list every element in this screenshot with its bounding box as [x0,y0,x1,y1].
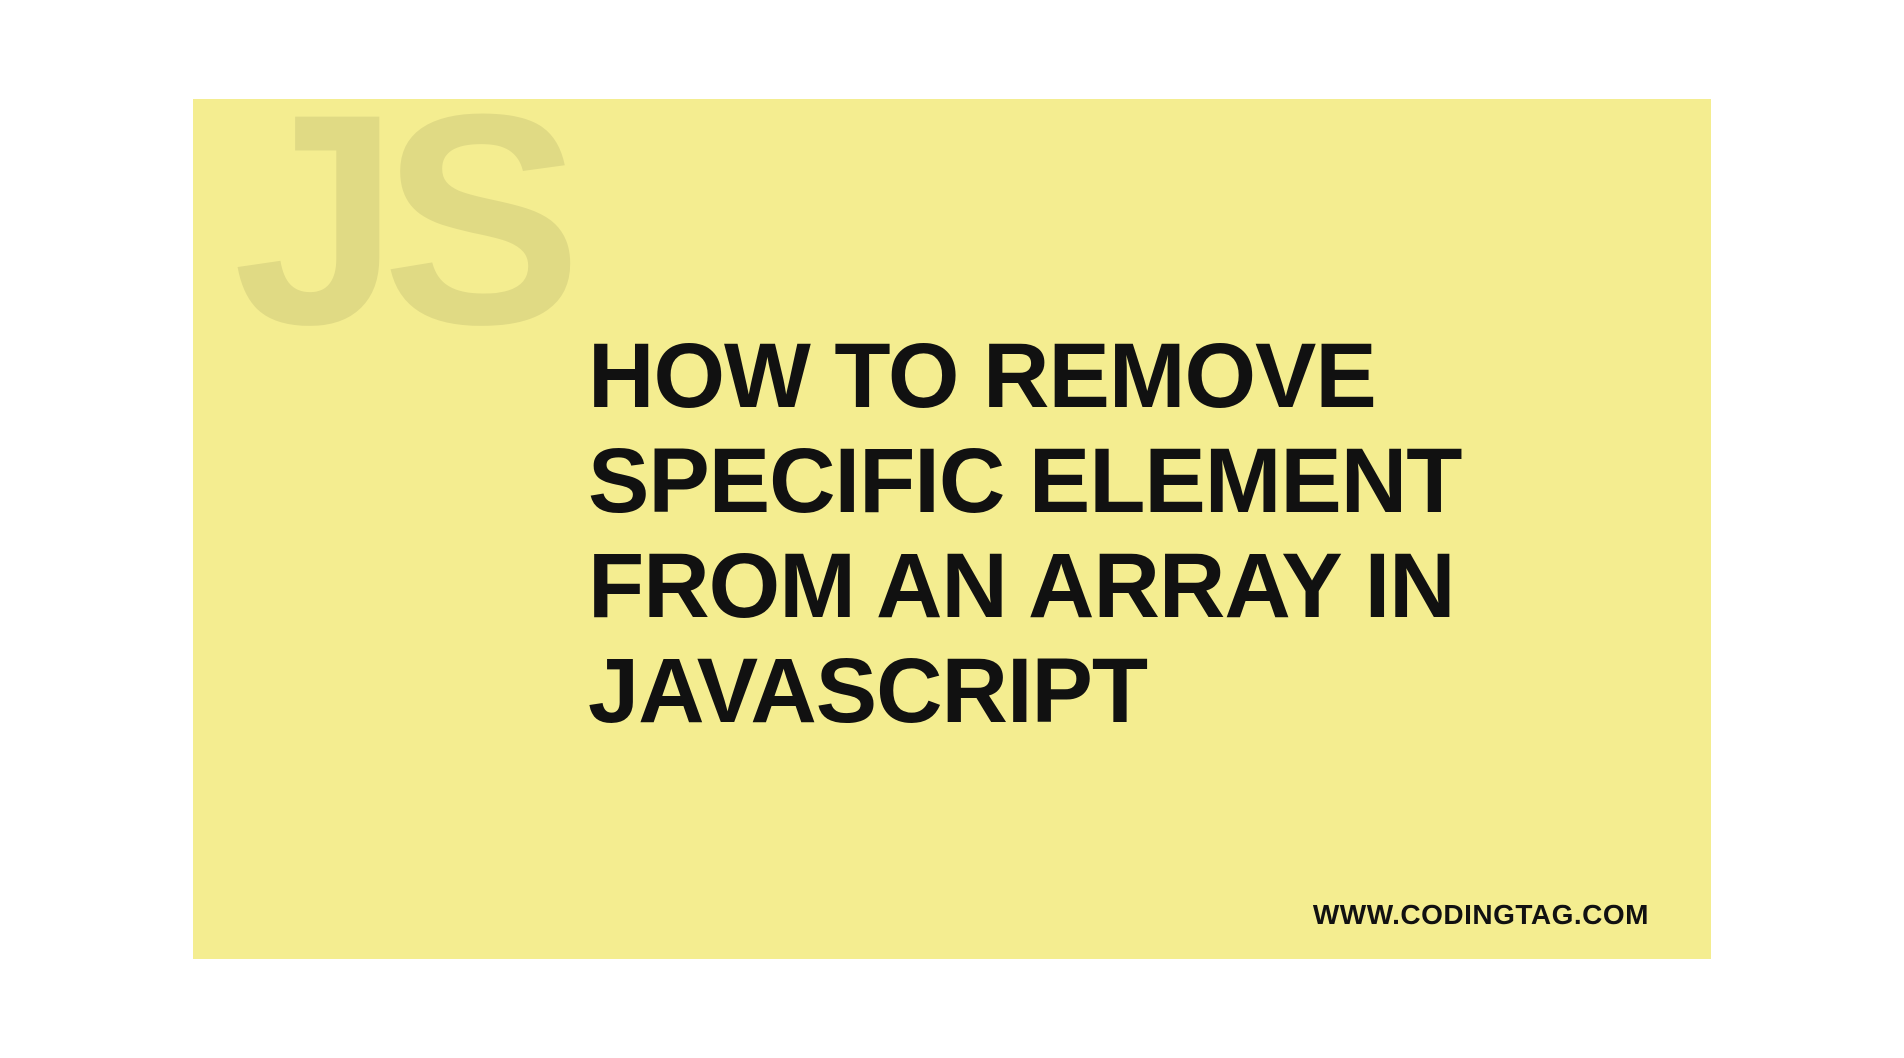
site-url: WWW.CODINGTAG.COM [1313,899,1649,931]
js-watermark: JS [233,99,564,369]
title-card: JS HOW TO REMOVE SPECIFIC ELEMENT FROM A… [193,99,1711,959]
article-headline: HOW TO REMOVE SPECIFIC ELEMENT FROM AN A… [588,324,1651,744]
